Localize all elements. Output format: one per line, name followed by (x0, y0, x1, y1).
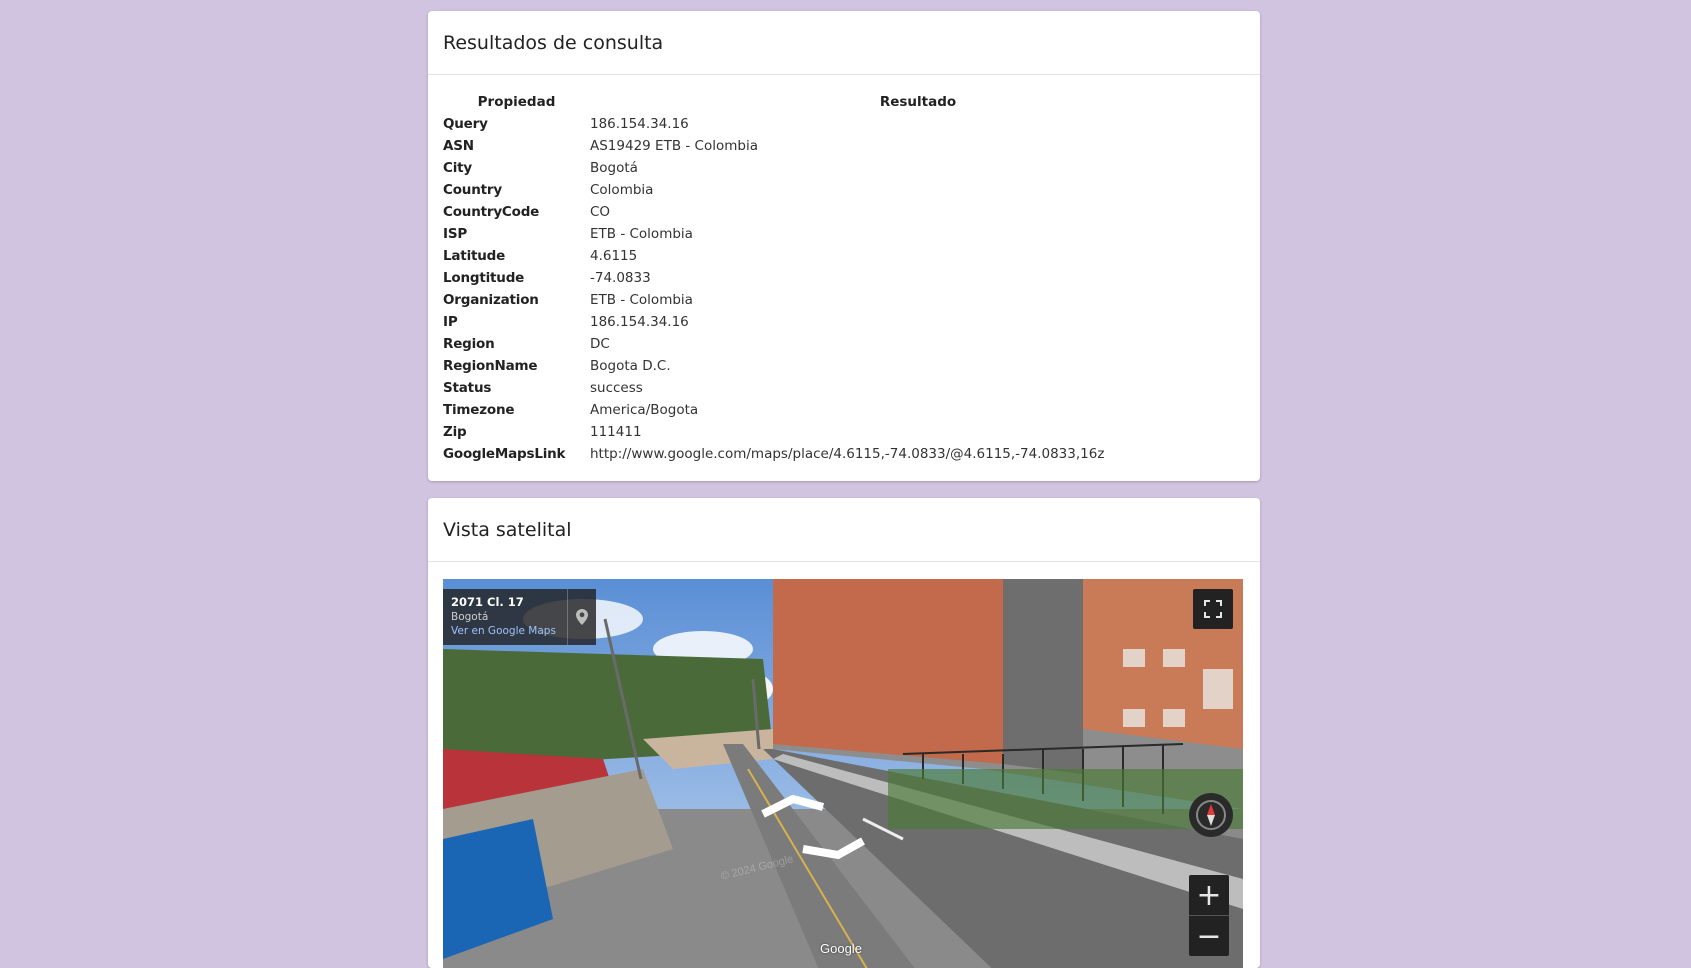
address-info-box: 2071 Cl. 17 Bogotá Ver en Google Maps (443, 589, 596, 645)
property-cell: Longtitude (443, 270, 525, 286)
property-cell: Organization (443, 292, 539, 308)
table-row: Latitude 4.6115 (443, 245, 1246, 267)
zoom-in-button[interactable]: + (1189, 875, 1229, 915)
table-row: Query 186.154.34.16 (443, 113, 1246, 135)
zoom-control: + − (1189, 875, 1229, 956)
property-cell: GoogleMapsLink (443, 446, 566, 462)
property-cell: Status (443, 380, 492, 396)
table-row: RegionName Bogota D.C. (443, 355, 1246, 377)
satellite-title: Vista satelital (443, 518, 572, 541)
result-cell: DC (590, 336, 610, 352)
table-row: ASN AS19429 ETB - Colombia (443, 135, 1246, 157)
property-cell: Region (443, 336, 495, 352)
column-header-result: Resultado (879, 94, 957, 110)
results-table: Propiedad Resultado Query 186.154.34.16 AS… (443, 91, 1246, 465)
results-card: Resultados de consulta Propiedad Resulta… (428, 11, 1260, 481)
property-cell: CountryCode (443, 204, 540, 220)
property-cell: Zip (443, 424, 467, 440)
result-cell: Bogotá (590, 160, 638, 176)
results-title: Resultados de consulta (443, 31, 664, 54)
table-row: Timezone America/Bogota (443, 399, 1246, 421)
result-cell: -74.0833 (590, 270, 651, 286)
result-cell: AS19429 ETB - Colombia (590, 138, 758, 154)
result-cell: CO (590, 204, 611, 220)
zoom-out-button[interactable]: − (1189, 915, 1229, 956)
result-cell: 186.154.34.16 (590, 116, 689, 132)
fullscreen-icon[interactable] (1193, 589, 1233, 629)
result-cell: America/Bogota (590, 402, 699, 418)
table-row: Longtitude -74.0833 (443, 267, 1246, 289)
table-row: ISP ETB - Colombia (443, 223, 1246, 245)
result-cell: 186.154.34.16 (590, 314, 689, 330)
table-header-row: Propiedad Resultado (443, 91, 1246, 113)
pin-icon[interactable] (567, 589, 596, 645)
table-row: City Bogotá (443, 157, 1246, 179)
property-cell: Country (443, 182, 502, 198)
results-card-header: Resultados de consulta (428, 11, 1260, 75)
satellite-card: Vista satelital © 2024 Google 2071 Cl. 1… (428, 498, 1260, 968)
table-row: IP 186.154.34.16 (443, 311, 1246, 333)
result-cell: 111411 (590, 424, 642, 440)
result-cell: Colombia (590, 182, 654, 198)
result-cell: http://www.google.com/maps/place/4.6115,… (590, 446, 1105, 462)
satellite-card-header: Vista satelital (428, 498, 1260, 562)
table-row: Region DC (443, 333, 1246, 355)
table-row: Country Colombia (443, 179, 1246, 201)
table-row: Organization ETB - Colombia (443, 289, 1246, 311)
property-cell: Query (443, 116, 488, 132)
column-header-property: Propiedad (477, 94, 556, 110)
property-cell: ASN (443, 138, 474, 154)
property-cell: IP (443, 314, 458, 330)
result-cell: Bogota D.C. (590, 358, 671, 374)
table-row: GoogleMapsLink http://www.google.com/maps… (443, 443, 1246, 465)
result-cell: success (590, 380, 643, 396)
property-cell: ISP (443, 226, 468, 242)
table-row: CountryCode CO (443, 201, 1246, 223)
table-row: Status success (443, 377, 1246, 399)
table-row: Zip 111411 (443, 421, 1246, 443)
property-cell: Timezone (443, 402, 515, 418)
result-cell: ETB - Colombia (590, 292, 693, 308)
property-cell: City (443, 160, 472, 176)
property-cell: Latitude (443, 248, 506, 264)
compass-icon[interactable] (1189, 793, 1233, 837)
property-cell: RegionName (443, 358, 538, 374)
result-cell: ETB - Colombia (590, 226, 693, 242)
street-view-map[interactable]: © 2024 Google 2071 Cl. 17 Bogotá Ver en … (443, 579, 1243, 968)
result-cell: 4.6115 (590, 248, 638, 264)
